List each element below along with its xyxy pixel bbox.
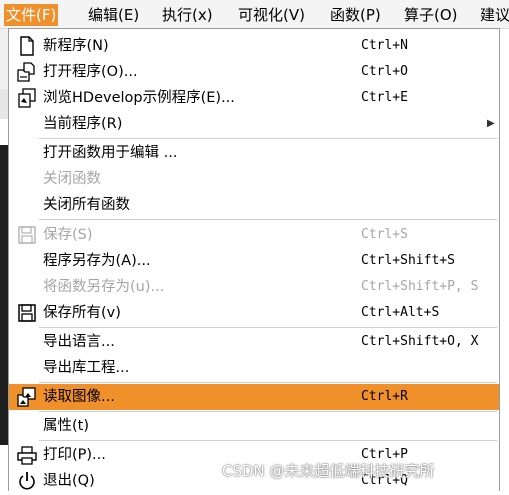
menu-item-shortcut: Ctrl+Alt+S [361,305,440,320]
menu-item-label: 打开程序(O)... [43,64,138,80]
file-menu-dropdown: 新程序(N) Ctrl+N 打开程序(O)... Ctrl+O 浏览HDevel… [8,28,500,491]
menu-item-browse-examples[interactable]: 浏览HDevelop示例程序(E)... Ctrl+E [9,85,499,111]
menu-item-save[interactable]: 保存(S) Ctrl+S [9,222,499,248]
menu-item-label: 导出库工程... [43,360,130,376]
menu-separator [39,327,497,328]
menu-item-read-image[interactable]: 读取图像... Ctrl+R [9,384,499,410]
menu-operators[interactable]: 算子(O) [402,4,460,26]
browse-examples-icon [17,88,37,108]
menu-item-shortcut: Ctrl+R [361,389,408,404]
new-document-icon [17,36,37,56]
menu-item-export-library-project[interactable]: 导出库工程... [9,355,499,381]
menu-item-close-all-functions[interactable]: 关闭所有函数 [9,192,499,218]
menu-file[interactable]: 文件(F) [4,4,59,26]
menu-item-label: 关闭所有函数 [43,197,130,213]
open-folder-icon [17,62,37,82]
menu-item-open-program[interactable]: 打开程序(O)... Ctrl+O [9,59,499,85]
menu-item-label: 程序另存为(A)... [43,253,151,269]
save-icon [17,225,37,245]
menu-item-label: 打开函数用于编辑 ... [43,145,178,161]
menu-item-shortcut: Ctrl+E [361,90,408,105]
menu-item-save-function-as[interactable]: 将函数另存为(u)... Ctrl+Shift+P, S [9,274,499,300]
save-all-icon [17,303,37,323]
menu-item-label: 新程序(N) [43,38,109,54]
menu-functions[interactable]: 函数(P) [328,4,383,26]
menu-suggestions[interactable]: 建议 [478,4,509,26]
menu-item-label: 打印(P)... [43,447,106,463]
menu-item-open-function[interactable]: 打开函数用于编辑 ... [9,140,499,166]
print-icon [17,445,37,465]
menu-item-save-program-as[interactable]: 程序另存为(A)... Ctrl+Shift+S [9,248,499,274]
watermark: CSDN @未来超低端科技研究所 [222,462,435,480]
menu-item-label: 保存(S) [43,227,93,243]
menu-item-shortcut: Ctrl+Shift+S [361,253,455,268]
submenu-arrow-icon: ▶ [487,118,495,129]
menu-item-label: 保存所有(v) [43,305,121,321]
menu-item-label: 退出(Q) [43,473,95,489]
menu-separator [39,411,497,412]
menu-item-shortcut: Ctrl+S [361,227,408,242]
menu-item-shortcut: Ctrl+Shift+O, X [361,334,479,349]
menu-item-label: 属性(t) [43,418,89,434]
menu-item-shortcut: Ctrl+Shift+P, S [361,279,479,294]
menu-item-label: 导出语言... [43,334,115,350]
menu-item-new-program[interactable]: 新程序(N) Ctrl+N [9,33,499,59]
menu-execute[interactable]: 执行(x) [160,4,215,26]
menu-item-shortcut: Ctrl+O [361,64,408,79]
menu-item-label: 将函数另存为(u)... [43,279,165,295]
menu-edit[interactable]: 编辑(E) [86,4,141,26]
menu-item-shortcut: Ctrl+N [361,38,408,53]
menu-separator [39,382,497,383]
menu-separator [39,440,497,441]
menu-separator [39,219,497,220]
menu-item-close-function[interactable]: 关闭函数 [9,166,499,192]
menu-visualize[interactable]: 可视化(V) [236,4,307,26]
menu-item-label: 当前程序(R) [43,116,123,132]
menu-item-label: 读取图像... [43,389,115,405]
menu-item-current-program[interactable]: 当前程序(R) ▶ [9,111,499,137]
menu-item-save-all[interactable]: 保存所有(v) Ctrl+Alt+S [9,300,499,326]
power-icon [17,471,37,491]
menu-item-properties[interactable]: 属性(t) [9,413,499,439]
menu-separator [39,138,497,139]
menu-item-label: 关闭函数 [43,171,101,187]
menu-item-label: 浏览HDevelop示例程序(E)... [43,90,235,106]
menu-bar: 文件(F) 编辑(E) 执行(x) 可视化(V) 函数(P) 算子(O) 建议 [0,0,509,29]
read-image-icon [17,387,37,407]
menu-item-export-language[interactable]: 导出语言... Ctrl+Shift+O, X [9,329,499,355]
